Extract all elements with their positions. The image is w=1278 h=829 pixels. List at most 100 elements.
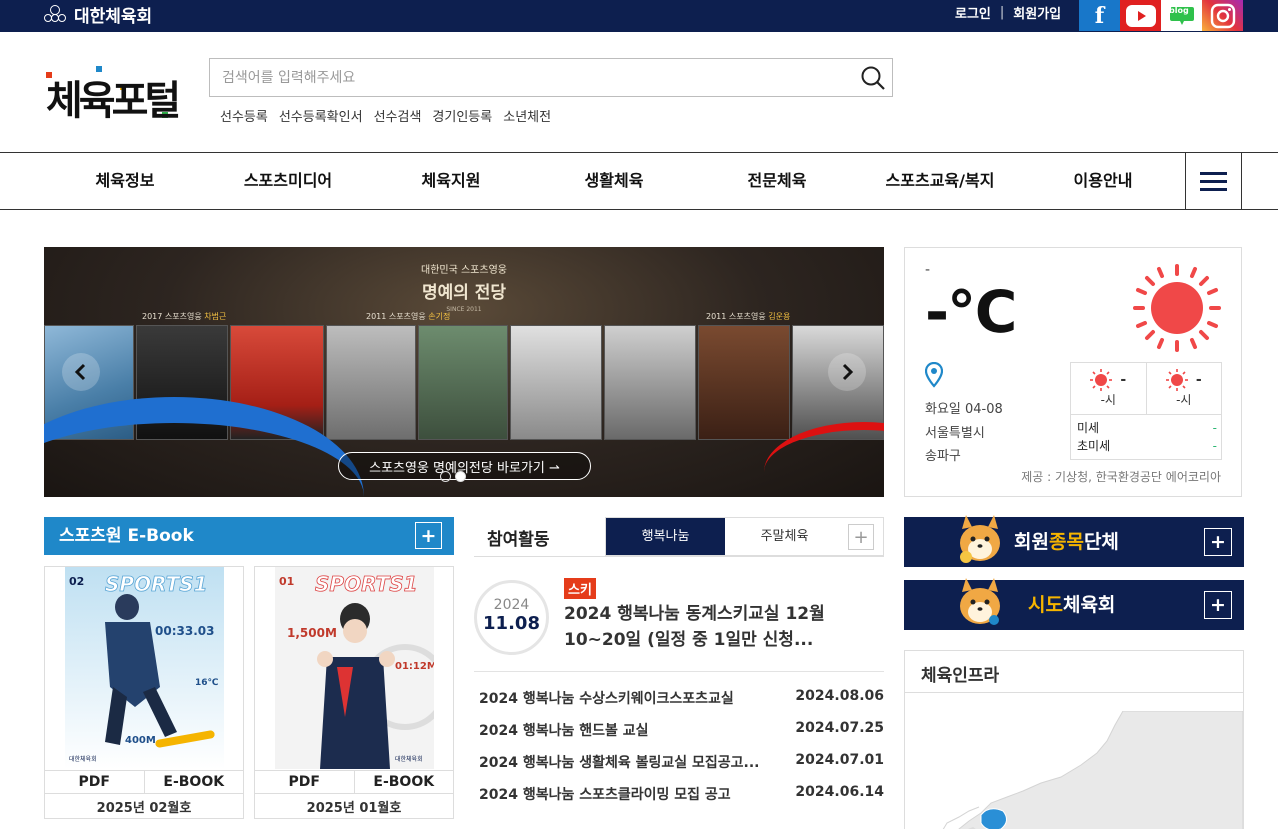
facebook-icon[interactable]: f	[1079, 0, 1120, 31]
mascot-icon	[960, 515, 1000, 563]
photo-panel-runner	[510, 325, 602, 440]
news-item[interactable]: 2024 행복나눔 생활체육 볼링교실 모집공고... 2024.07.01	[479, 752, 884, 772]
provincial-councils-banner[interactable]: 시도체육회 +	[904, 578, 1244, 630]
sports-infra-title: 체육인프라	[921, 666, 1000, 686]
forecast-slot-1: - -시	[1071, 363, 1146, 414]
portal-logo[interactable]: 체육포털	[44, 64, 184, 128]
tab-happy-sharing[interactable]: 행복나눔	[606, 518, 725, 555]
facebook-letter: f	[1094, 2, 1105, 29]
featured-date: 11.08	[483, 613, 540, 634]
ebook-header: 스포츠원 E-Book +	[44, 517, 454, 555]
banner-prev-icon[interactable]	[62, 353, 100, 391]
sun-icon	[1133, 264, 1221, 352]
cover2-time: 01:12M	[395, 661, 434, 672]
participation-more-icon[interactable]: +	[848, 524, 874, 550]
forecast-1-time: -시	[1100, 393, 1116, 407]
mascot-icon	[960, 578, 1000, 625]
news-date: 2024.06.14	[795, 784, 884, 800]
main-navigation: 체육정보 스포츠미디어 체육지원 생활체육 전문체육 스포츠교육/복지 이용안내	[0, 152, 1278, 210]
ebook-1-label: 2025년 02월호	[96, 801, 192, 816]
forecast-slot-2: - -시	[1145, 363, 1222, 414]
ebook-1-buttons: PDF E-BOOK	[45, 770, 243, 794]
banner-dot-2[interactable]	[455, 471, 466, 482]
ultrafine-dust-value: -	[1212, 439, 1217, 453]
ebook-more-icon[interactable]: +	[415, 522, 442, 549]
ultrafine-dust-label: 초미세	[1077, 439, 1111, 453]
login-link[interactable]: 로그인	[955, 3, 991, 22]
banner-next-icon[interactable]	[828, 353, 866, 391]
quick-link-player-register[interactable]: 선수등록	[220, 106, 268, 125]
sun-small-icon	[1165, 369, 1188, 391]
nav-life-sports[interactable]: 생활체육	[585, 153, 644, 209]
search-box	[209, 58, 893, 97]
banner-dot-1[interactable]	[440, 471, 451, 482]
cover1-publisher: 대한체육회	[69, 755, 97, 763]
news-date: 2024.07.25	[795, 720, 884, 736]
quick-link-official-register[interactable]: 경기인등록	[432, 106, 492, 125]
fine-dust-value: -	[1212, 421, 1217, 435]
featured-post-title[interactable]: 2024 행복나눔 동계스키교실 12월 10~20일 (일정 중 1일만 신청…	[564, 601, 874, 653]
provincial-councils-label: 시도체육회	[1028, 594, 1116, 616]
ebook-cover-1[interactable]: 02 SPORTS1 00:33.03 16℃ 400M 대한체육회	[65, 567, 224, 769]
quick-link-register-cert[interactable]: 선수등록확인서	[279, 106, 363, 125]
cover1-distance: 400M	[125, 735, 156, 746]
korea-map[interactable]	[911, 711, 1243, 829]
nav-elite-sports[interactable]: 전문체육	[748, 153, 807, 209]
search-input[interactable]	[210, 59, 830, 96]
news-item[interactable]: 2024 행복나눔 스포츠클라이밍 모집 공고 2024.06.14	[479, 784, 884, 804]
hamburger-menu-icon[interactable]	[1185, 152, 1242, 210]
ebook-cover-2[interactable]: 01 SPORTS1 1,500M 01:12M 대한체육회	[275, 567, 434, 769]
signup-link[interactable]: 회원가입	[1013, 3, 1061, 22]
provincial-councils-more-icon[interactable]: +	[1204, 591, 1232, 619]
sports-infra-divider	[905, 692, 1243, 693]
ebook-1-pdf-button[interactable]: PDF	[45, 771, 144, 793]
nav-sports-info[interactable]: 체육정보	[96, 153, 155, 209]
ebook-2-ebook-button[interactable]: E-BOOK	[353, 771, 454, 793]
ebook-card-2: 01 SPORTS1 1,500M 01:12M 대한체육회 PDF E-BOO…	[254, 566, 454, 819]
org-name: 대한체육회	[74, 6, 153, 27]
tab-weekend-sports[interactable]: 주말체육	[725, 518, 844, 555]
member-federations-label: 회원종목단체	[1014, 531, 1119, 553]
quick-link-player-search[interactable]: 선수검색	[374, 106, 422, 125]
instagram-icon[interactable]	[1202, 0, 1243, 31]
news-date: 2024.07.01	[795, 752, 884, 768]
ebook-1-ebook-button[interactable]: E-BOOK	[143, 771, 244, 793]
olympic-rings-icon	[44, 3, 70, 25]
member-federations-banner[interactable]: 회원종목단체 +	[904, 515, 1244, 567]
hall-subtitle: 대한민국 스포츠영웅	[421, 265, 507, 276]
weather-source: 제공 : 기상청, 한국환경공단 에어코리아	[1021, 470, 1221, 484]
top-bar: 대한체육회 로그인 | 회원가입 f blog	[0, 0, 1278, 32]
location-pin-icon	[925, 362, 943, 388]
news-title: 2024 행복나눔 생활체육 볼링교실 모집공고...	[479, 755, 760, 771]
nav-education-welfare[interactable]: 스포츠교육/복지	[886, 153, 995, 209]
search-icon[interactable]	[860, 65, 886, 91]
blog-icon[interactable]: blog	[1161, 0, 1202, 31]
participation-title: 참여활동	[487, 530, 550, 550]
hall-of-fame-title: 대한민국 스포츠영웅 명예의 전당 SINCE 2011	[404, 261, 524, 313]
cover1-time: 00:33.03	[155, 624, 214, 638]
cover1-temp: 16℃	[195, 678, 219, 688]
cover1-masthead: SPORTS1	[105, 572, 208, 596]
weather-widget: - -℃ 화요일 04-08 서울특별시 송파구 - -시 - -시 미세 - …	[904, 247, 1242, 497]
news-item[interactable]: 2024 행복나눔 핸드볼 교실 2024.07.25	[479, 720, 884, 740]
nav-user-guide[interactable]: 이용안내	[1074, 153, 1133, 209]
member-federations-more-icon[interactable]: +	[1204, 528, 1232, 556]
ebook-2-pdf-button[interactable]: PDF	[255, 771, 354, 793]
youtube-icon[interactable]	[1120, 0, 1161, 31]
forecast-1-value: -	[1120, 372, 1127, 388]
cover1-issue-number: 02	[69, 575, 84, 588]
cover2-masthead: SPORTS1	[315, 572, 418, 596]
hall-of-fame-banner[interactable]: 대한민국 스포츠영웅 명예의 전당 SINCE 2011 2017 스포츠영웅 …	[44, 247, 884, 497]
tag-mid: 2011 스포츠영웅 손기정	[366, 312, 451, 321]
kso-logo[interactable]: 대한체육회	[44, 0, 152, 28]
ebook-2-buttons: PDF E-BOOK	[255, 770, 453, 794]
news-item[interactable]: 2024 행복나눔 수상스키웨이크스포츠교실 2024.08.06	[479, 688, 884, 708]
forecast-table: - -시 - -시 미세 - 초미세 -	[1070, 362, 1222, 460]
featured-year: 2024	[493, 597, 530, 613]
cover2-publisher: 대한체육회	[395, 755, 423, 763]
photo-panel-torch	[604, 325, 696, 440]
nav-sports-media[interactable]: 스포츠미디어	[244, 153, 332, 209]
nav-sports-support[interactable]: 체육지원	[422, 153, 481, 209]
quick-link-youth-games[interactable]: 소년체전	[503, 106, 551, 125]
forecast-2-time: -시	[1176, 393, 1192, 407]
